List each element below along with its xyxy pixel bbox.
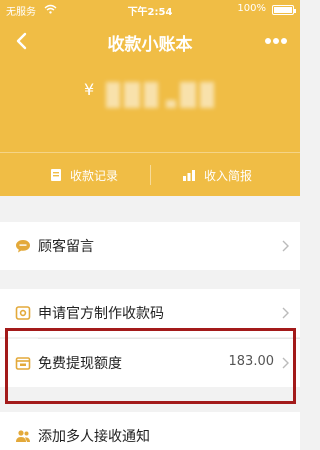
header-panel: 无服务 下午2:54 100% 收款小账本 ¥ 收款记录 收入简报 <box>0 0 300 196</box>
chevron-right-icon <box>282 240 289 252</box>
summary-tabs: 收款记录 收入简报 <box>0 152 300 196</box>
apply-official-code-label: 申请官方制作收款码 <box>38 306 164 322</box>
battery-percent: 100% <box>237 3 266 14</box>
nav-bar: 收款小账本 <box>0 18 300 64</box>
tab-income-brief-label: 收入简报 <box>204 169 253 183</box>
qr-card-icon <box>15 306 31 320</box>
status-bar: 无服务 下午2:54 100% <box>0 0 300 18</box>
highlight-box <box>5 328 296 404</box>
blurred-amount <box>106 82 216 108</box>
add-multi-receiver-label: 添加多人接收通知 <box>38 429 150 445</box>
tab-receipt-records[interactable]: 收款记录 <box>0 153 150 197</box>
people-icon <box>16 430 30 442</box>
list-item-customer-message[interactable]: 顾客留言 <box>0 222 300 270</box>
list-item-add-multi-receiver[interactable]: 添加多人接收通知 <box>0 412 300 450</box>
customer-message-label: 顾客留言 <box>38 239 94 255</box>
currency-symbol: ¥ <box>84 80 95 99</box>
chevron-right-icon <box>282 307 289 319</box>
chat-bubble-icon <box>16 240 30 253</box>
tab-income-brief[interactable]: 收入简报 <box>150 153 300 197</box>
tab-receipt-records-label: 收款记录 <box>70 169 119 183</box>
balance-amount: ¥ <box>0 74 300 114</box>
page-title: 收款小账本 <box>107 35 193 55</box>
more-dots-icon[interactable] <box>264 37 288 45</box>
receipt-icon <box>51 169 61 181</box>
bar-chart-icon <box>183 170 195 181</box>
battery-icon <box>272 5 296 15</box>
